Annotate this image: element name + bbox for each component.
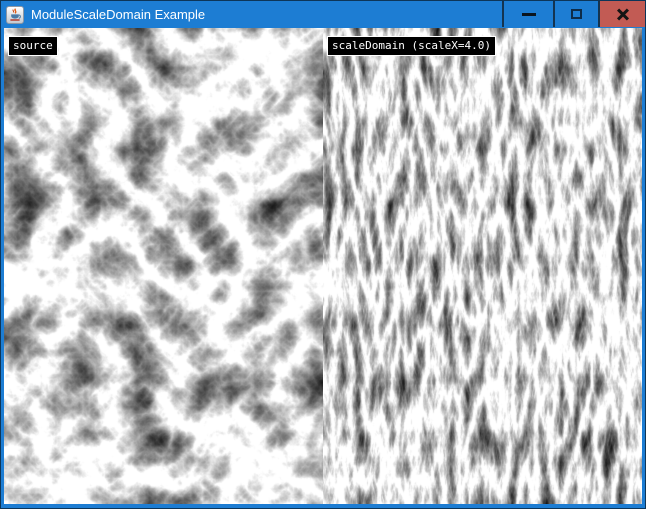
window-title: ModuleScaleDomain Example — [31, 7, 205, 22]
close-icon — [616, 7, 630, 21]
maximize-button[interactable] — [553, 1, 598, 27]
scaledomain-label: scaleDomain (scaleX=4.0) — [327, 36, 496, 56]
source-image-panel: source — [4, 28, 323, 504]
minimize-button[interactable] — [502, 1, 553, 27]
java-cup-glyph — [8, 8, 22, 22]
content-area: source scaleDomain (scaleX=4.0) — [4, 28, 642, 504]
close-button[interactable] — [598, 1, 645, 27]
scaledomain-noise-image — [323, 28, 642, 504]
source-noise-image — [4, 28, 323, 504]
java-coffee-cup-icon[interactable] — [6, 6, 24, 24]
source-label: source — [8, 36, 58, 56]
minimize-icon — [522, 13, 536, 16]
maximize-icon — [571, 9, 582, 19]
app-window: ModuleScaleDomain Example source scaleDo… — [0, 0, 646, 509]
titlebar[interactable]: ModuleScaleDomain Example — [1, 1, 645, 28]
scaledomain-image-panel: scaleDomain (scaleX=4.0) — [323, 28, 642, 504]
window-controls — [502, 1, 645, 27]
